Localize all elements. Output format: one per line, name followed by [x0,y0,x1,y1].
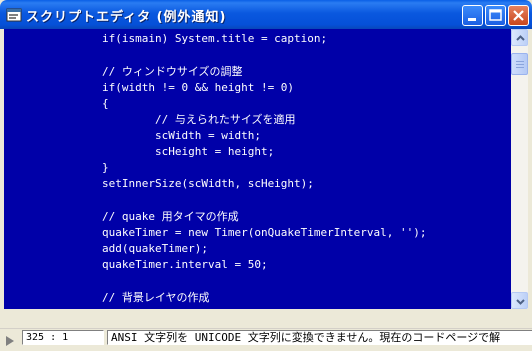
code-line[interactable]: add(quakeTimer); [102,240,208,257]
code-line[interactable]: // ウィンドウサイズの調整 [102,63,243,80]
scroll-down-button[interactable] [511,292,528,309]
status-bar: 325 : 1 ANSI 文字列を UNICODE 文字列に変換できません。現在… [0,328,532,347]
code-line[interactable]: // 与えられたサイズを適用 [102,111,296,128]
code-line[interactable]: { [102,95,109,112]
code-line[interactable]: setInnerSize(scWidth, scHeight); [102,175,314,192]
vertical-scrollbar[interactable] [511,29,528,309]
status-message: ANSI 文字列を UNICODE 文字列に変換できません。現在のコードページで… [107,330,532,345]
code-editor[interactable]: if(ismain) System.title = caption; // ウィ… [4,29,511,309]
code-line[interactable]: scWidth = width; [102,127,261,144]
code-line[interactable]: quakeTimer.interval = 50; [102,256,268,273]
chevron-up-icon [516,35,525,41]
editor-bottom-margin [4,309,528,328]
code-line[interactable]: quakeTimer = new Timer(onQuakeTimerInter… [102,224,427,241]
grip-line [516,61,524,62]
code-line[interactable]: // 背景レイヤの作成 [102,289,210,306]
code-line[interactable]: if(ismain) System.title = caption; [102,30,327,47]
maximize-icon [489,9,502,21]
code-line[interactable]: if(width != 0 && height != 0) [102,79,294,96]
window-title: スクリプトエディタ (例外通知) [26,10,227,25]
scroll-up-button[interactable] [511,29,528,46]
app-icon[interactable] [6,7,22,23]
grip-line [516,64,524,65]
close-button[interactable] [508,5,529,26]
play-icon[interactable] [4,332,16,351]
code-line[interactable]: // quake 用タイマの作成 [102,208,239,225]
minimize-icon [468,18,476,21]
close-icon [513,10,524,21]
scrollbar-thumb[interactable] [511,53,528,75]
script-editor-window: スクリプトエディタ (例外通知) if(ismain) System.title… [0,0,532,347]
title-bar[interactable]: スクリプトエディタ (例外通知) [0,0,532,29]
grip-line [516,67,524,68]
code-line[interactable]: } [102,159,109,176]
cursor-position: 325 : 1 [22,330,104,345]
minimize-button[interactable] [462,5,483,26]
code-line[interactable]: scHeight = height; [102,143,274,160]
maximize-button[interactable] [485,5,506,26]
chevron-down-icon [516,299,525,305]
